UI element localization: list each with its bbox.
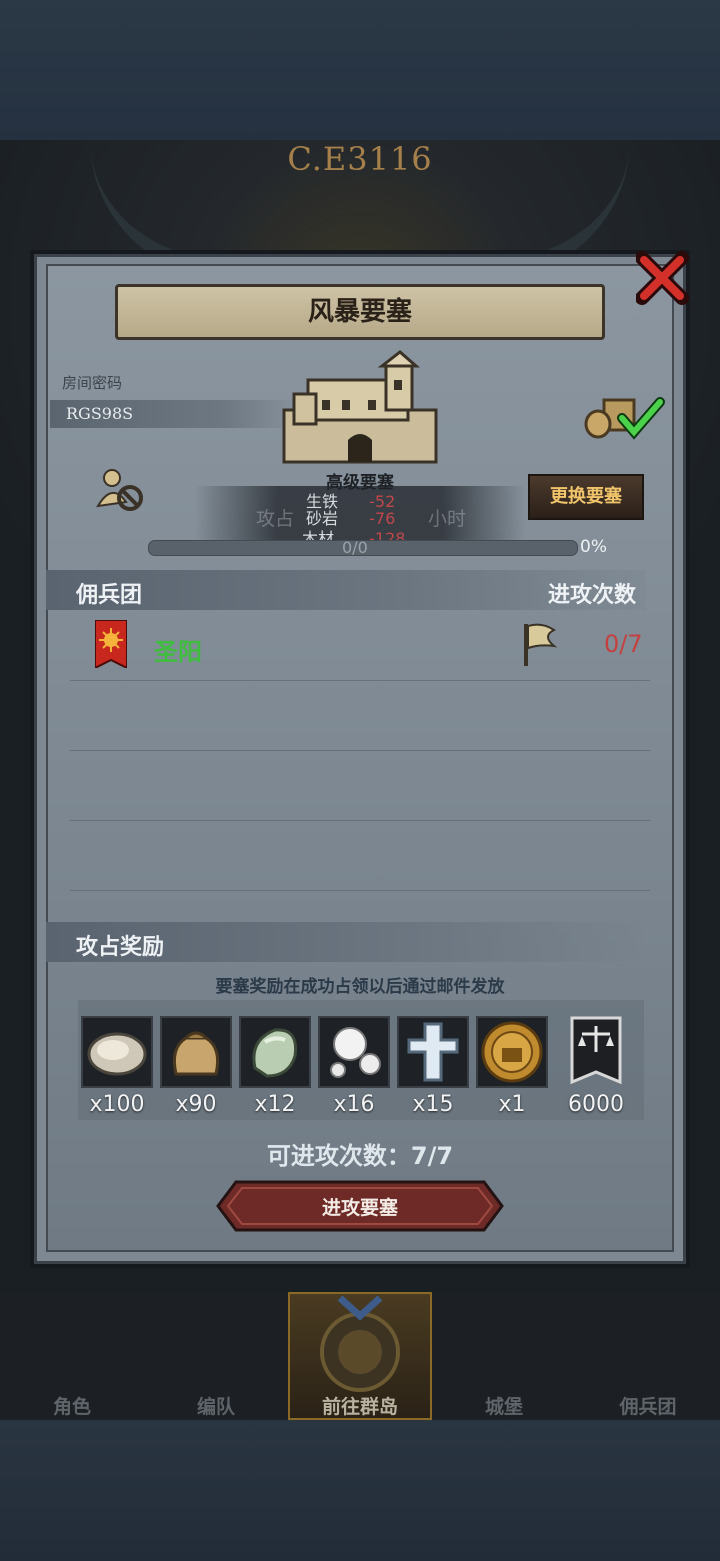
reward-quantity: x16 xyxy=(333,1092,375,1117)
reward-item[interactable] xyxy=(476,1016,548,1088)
era-text: C.E3116 xyxy=(287,140,433,178)
bottom-margin xyxy=(0,1420,720,1561)
nav-label: 佣兵团 xyxy=(619,1396,677,1418)
row-divider xyxy=(70,750,650,751)
reward-quantity: x15 xyxy=(412,1092,454,1117)
capture-text-ghost: 攻占 xyxy=(256,508,295,530)
progress-text: 0/0 xyxy=(342,538,368,557)
flag-icon xyxy=(524,623,558,666)
knight-coin-icon xyxy=(481,1021,543,1083)
change-fortress-button[interactable]: 更换要塞 xyxy=(528,474,644,520)
sack-icon xyxy=(172,1031,220,1076)
row-divider xyxy=(70,680,650,681)
rewards-header: 攻占奖励 xyxy=(76,935,165,960)
attack-count-header: 进攻次数 xyxy=(548,583,637,608)
jade-stone-icon xyxy=(252,1028,298,1078)
oyster-icon xyxy=(87,1032,147,1076)
reward-quantity: x1 xyxy=(498,1092,526,1117)
close-icon[interactable] xyxy=(636,250,690,306)
pearls-icon xyxy=(330,1027,381,1078)
row-divider xyxy=(70,890,650,891)
supplies-check-icon[interactable] xyxy=(584,392,668,440)
attack-fortress-label: 进攻要塞 xyxy=(321,1197,398,1219)
rewards-note: 要塞奖励在成功占领以后通过邮件发放 xyxy=(215,977,505,997)
reward-item[interactable] xyxy=(318,1016,390,1088)
mercenary-header: 佣兵团 xyxy=(76,583,143,608)
nav-label: 编队 xyxy=(196,1396,235,1418)
guild-banner-icon xyxy=(95,620,127,668)
capture-time-ghost: 小时 xyxy=(428,508,467,530)
reward-quantity: 6000 xyxy=(568,1092,624,1117)
justice-banner-icon[interactable] xyxy=(570,1016,622,1088)
reward-item[interactable] xyxy=(160,1016,232,1088)
attack-count-value: 0/7 xyxy=(604,630,643,658)
room-password-label: 房间密码 xyxy=(62,374,123,392)
leave-room-icon[interactable] xyxy=(96,466,144,514)
crystal-cross-icon xyxy=(407,1022,459,1082)
nav-label: 前往群岛 xyxy=(321,1396,398,1418)
reward-item[interactable] xyxy=(239,1016,311,1088)
progress-percent: 0% xyxy=(580,537,607,557)
reward-quantity: x100 xyxy=(89,1092,145,1117)
nav-label: 角色 xyxy=(52,1396,91,1418)
nav-label: 城堡 xyxy=(484,1396,523,1418)
dialog-title: 风暴要塞 xyxy=(115,284,605,340)
room-code[interactable]: RGS98S xyxy=(66,404,133,423)
reward-item[interactable] xyxy=(81,1016,153,1088)
reward-quantity: x12 xyxy=(254,1092,296,1117)
attempts-remaining: 可进攻次数：7/7 xyxy=(266,1142,454,1170)
reward-quantity: x90 xyxy=(175,1092,217,1117)
mercenary-name[interactable]: 圣阳 xyxy=(154,632,202,667)
top-margin xyxy=(0,0,720,140)
row-divider xyxy=(70,820,650,821)
fortress-icon xyxy=(282,350,438,464)
reward-item[interactable] xyxy=(397,1016,469,1088)
